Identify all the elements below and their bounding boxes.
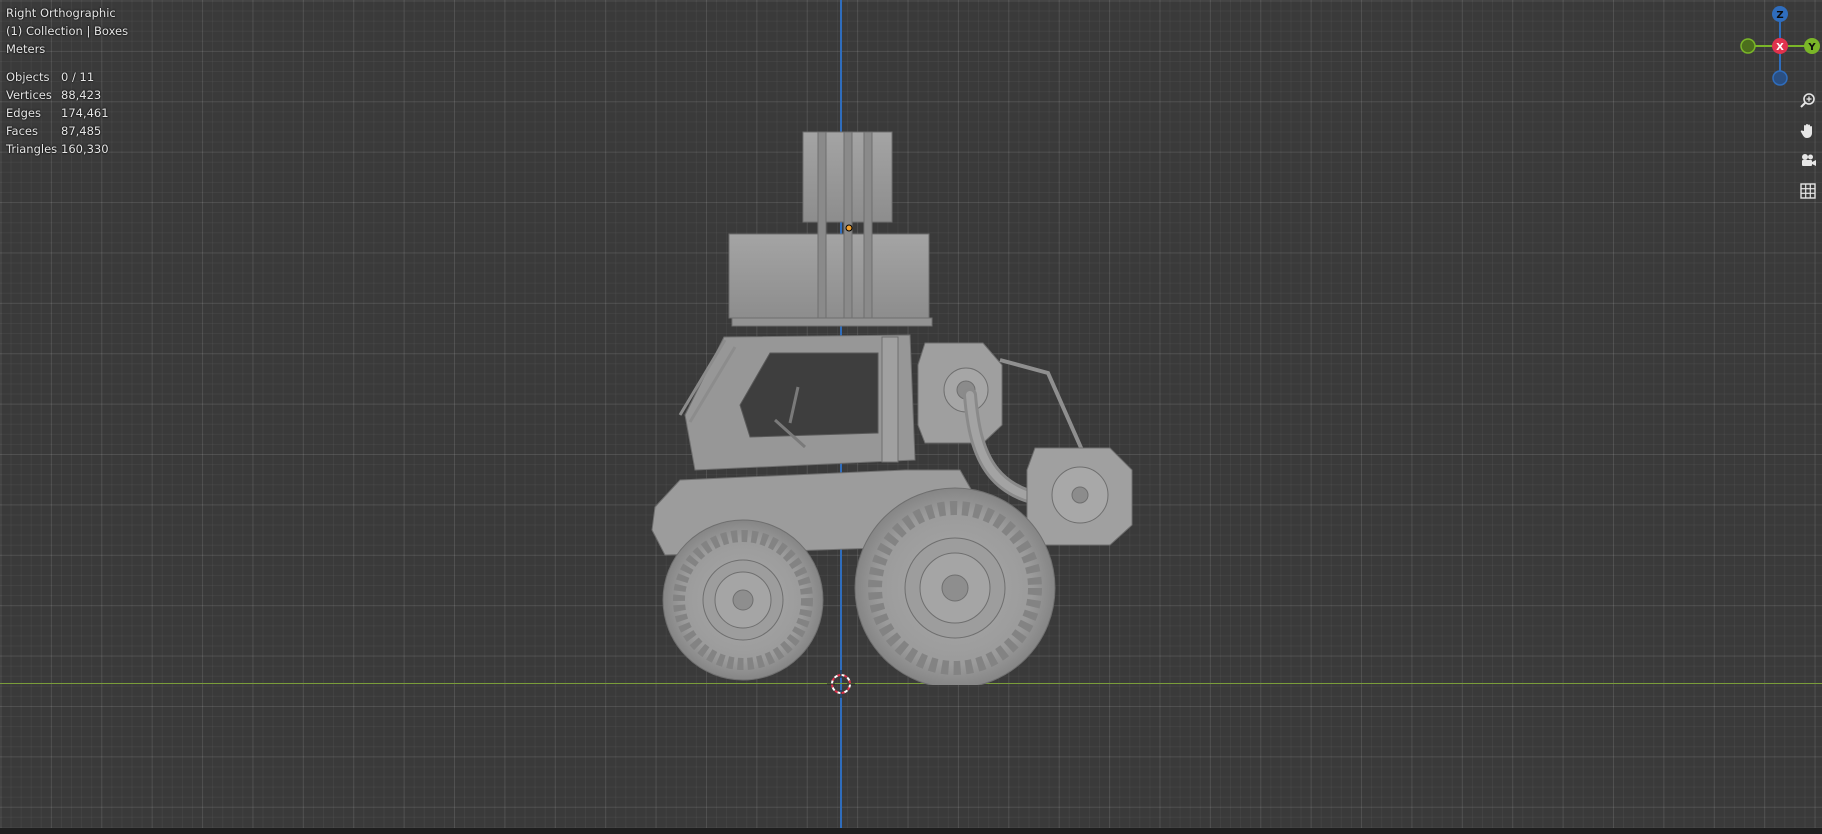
stat-value: 88,423	[61, 88, 102, 102]
stat-value: 160,330	[61, 142, 109, 156]
3d-cursor	[827, 670, 855, 698]
viewport-info-overlay: Right Orthographic (1) Collection | Boxe…	[6, 4, 128, 158]
stat-row: Vertices 88,423	[6, 86, 128, 104]
stat-row: Objects 0 / 11	[6, 68, 128, 86]
gizmo-x-label: X	[1776, 42, 1784, 53]
units-label: Meters	[6, 42, 46, 56]
3d-viewport[interactable]	[0, 0, 1822, 834]
navigation-gizmo[interactable]: Z Y X	[1734, 2, 1822, 86]
hand-pan-icon	[1800, 124, 1812, 138]
stat-value: 174,461	[61, 106, 109, 120]
grid-icon	[1800, 183, 1816, 199]
stat-label: Objects	[6, 70, 50, 84]
origin-dot	[845, 224, 853, 232]
collection-label: (1) Collection | Boxes	[6, 24, 129, 38]
pan-button[interactable]	[1796, 119, 1820, 143]
status-bar-edge	[0, 828, 1822, 834]
gizmo-neg-z-axis[interactable]	[1772, 70, 1788, 86]
camera-icon	[1802, 154, 1816, 166]
view-name: Right Orthographic	[6, 6, 116, 20]
vehicle-model[interactable]	[640, 125, 1140, 685]
toggle-perspective-button[interactable]	[1796, 179, 1820, 203]
gizmo-neg-y-axis[interactable]	[1740, 38, 1756, 54]
gizmo-y-axis[interactable]: Y	[1804, 38, 1820, 54]
stat-label: Triangles	[6, 142, 58, 156]
gizmo-z-axis[interactable]: Z	[1772, 6, 1788, 22]
stat-row: Faces 87,485	[6, 122, 128, 140]
stat-row: Triangles 160,330	[6, 140, 128, 158]
gizmo-y-label: Y	[1807, 42, 1816, 53]
gizmo-z-label: Z	[1776, 10, 1783, 21]
stat-label: Faces	[6, 124, 38, 138]
gizmo-x-axis[interactable]: X	[1772, 38, 1788, 54]
stat-label: Edges	[6, 106, 41, 120]
zoom-icon	[1800, 93, 1815, 108]
zoom-button[interactable]	[1796, 89, 1820, 113]
camera-view-button[interactable]	[1796, 149, 1820, 173]
stat-label: Vertices	[6, 88, 52, 102]
stat-value: 0 / 11	[61, 70, 95, 84]
stat-row: Edges 174,461	[6, 104, 128, 122]
stat-value: 87,485	[61, 124, 102, 138]
